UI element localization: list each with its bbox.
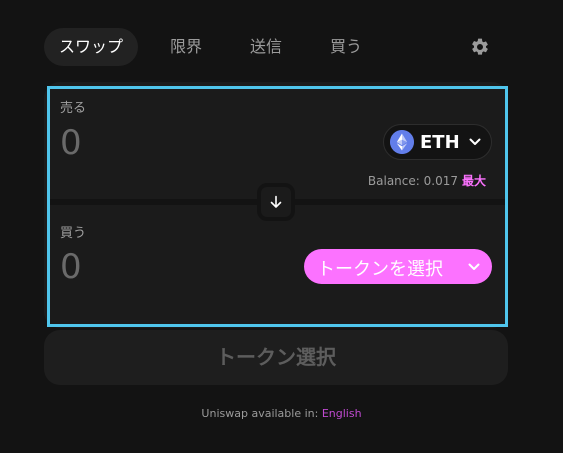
sell-label: 売る: [60, 101, 87, 116]
tab-swap[interactable]: スワップ: [44, 28, 138, 66]
swap-tabs: スワップ 限界 送信 買う: [44, 28, 508, 66]
select-token-button[interactable]: トークンを選択: [304, 249, 492, 284]
buy-label: 買う: [60, 226, 87, 241]
footer-text: Uniswap available in:: [201, 407, 319, 420]
eth-token-label: ETH: [420, 132, 460, 153]
chevron-down-icon: [469, 138, 481, 145]
max-button[interactable]: 最大: [462, 174, 486, 188]
select-token-cta-button[interactable]: トークン選択: [44, 330, 508, 385]
arrow-down-icon: [270, 195, 282, 208]
gear-icon[interactable]: [470, 37, 490, 57]
sell-amount-input[interactable]: [60, 123, 280, 163]
balance-row: Balance: 0.017 最大: [368, 172, 486, 189]
balance-label: Balance: 0.017: [367, 174, 458, 188]
eth-logo-icon: [390, 130, 414, 154]
chevron-down-icon: [468, 263, 480, 270]
tab-send[interactable]: 送信: [242, 28, 290, 66]
tab-limit[interactable]: 限界: [162, 28, 210, 66]
switch-tokens-button[interactable]: [257, 183, 295, 221]
select-token-label: トークンを選択: [317, 259, 443, 280]
eth-token-selector[interactable]: ETH: [383, 124, 492, 160]
buy-amount-input[interactable]: [60, 247, 280, 287]
tab-buy[interactable]: 買う: [322, 28, 370, 66]
language-link[interactable]: English: [322, 407, 362, 420]
footer: Uniswap available in: English: [0, 407, 563, 420]
buy-box: 買う トークンを選択: [50, 205, 505, 324]
